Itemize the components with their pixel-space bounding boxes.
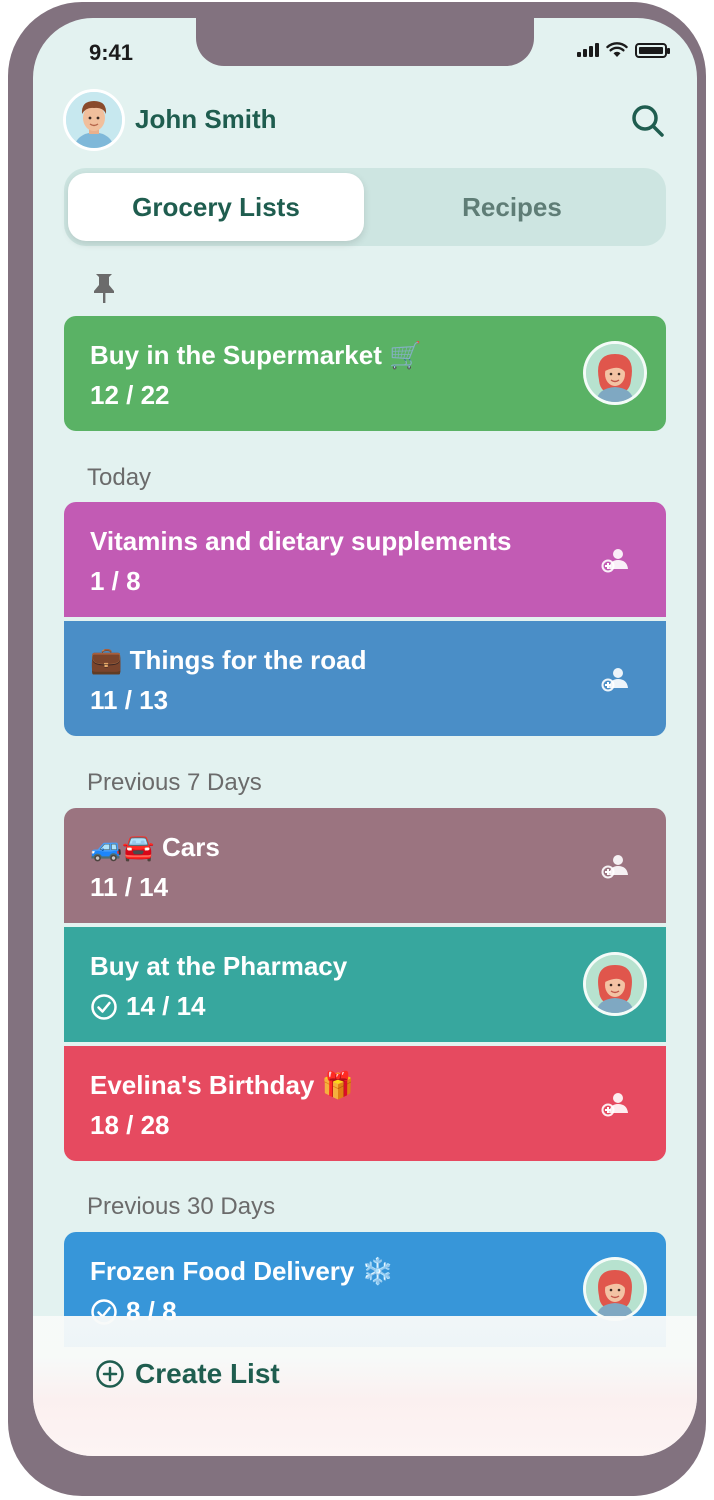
user-avatar-male-icon <box>66 92 122 148</box>
list-count: 18 / 28 <box>90 1110 170 1140</box>
list-title: 🚙🚘 Cars <box>90 832 220 862</box>
list-count: 11 / 13 <box>90 685 169 715</box>
list-progress: 14 / 14 <box>90 991 206 1022</box>
user-name: John Smith <box>135 104 277 134</box>
member-avatar-female-icon <box>586 1260 644 1318</box>
list-title: Evelina's Birthday 🎁 <box>90 1070 354 1100</box>
add-person-icon[interactable] <box>600 664 630 694</box>
list-count: 11 / 14 <box>90 872 169 902</box>
tab-grocery-lists[interactable]: Grocery Lists <box>68 173 364 241</box>
list-card[interactable]: Buy in the Supermarket 🛒 12 / 22 <box>64 316 666 431</box>
battery-icon <box>635 42 670 58</box>
list-count: 12 / 22 <box>90 380 170 410</box>
list-title: Buy at the Pharmacy <box>90 951 348 981</box>
phone-frame: 9:41 John Smith Grocery Lists Recipes Bu… <box>8 2 706 1496</box>
list-progress: 12 / 22 <box>90 380 170 411</box>
member-avatar-female-icon <box>586 344 644 402</box>
status-time: 9:41 <box>89 40 134 65</box>
app-header: John Smith <box>63 88 667 152</box>
check-circle-icon <box>91 993 117 1020</box>
user-avatar[interactable] <box>63 89 125 151</box>
list-card[interactable]: Evelina's Birthday 🎁 18 / 28 <box>64 1046 666 1161</box>
list-card[interactable]: Buy at the Pharmacy 14 / 14 <box>64 927 666 1042</box>
list-card[interactable]: Vitamins and dietary supplements 1 / 8 <box>64 502 666 617</box>
list-type-tabs: Grocery Lists Recipes <box>64 168 666 246</box>
list-progress: 11 / 13 <box>90 685 168 716</box>
create-list-button[interactable]: Create List <box>95 1358 280 1390</box>
list-title: 💼 Things for the road <box>90 645 367 675</box>
status-icons <box>577 42 670 58</box>
section-label-today: Today <box>87 464 152 491</box>
plus-circle-icon <box>96 1360 124 1388</box>
create-list-label: Create List <box>135 1358 280 1389</box>
list-progress: 18 / 28 <box>90 1110 170 1141</box>
list-count: 1 / 8 <box>90 566 141 596</box>
member-avatar[interactable] <box>583 952 647 1016</box>
list-title: Buy in the Supermarket 🛒 <box>90 340 422 370</box>
list-card[interactable]: 💼 Things for the road 11 / 13 <box>64 621 666 736</box>
member-avatar[interactable] <box>583 1257 647 1321</box>
device-notch <box>196 18 534 66</box>
member-avatar[interactable] <box>583 341 647 405</box>
list-card[interactable]: 🚙🚘 Cars 11 / 14 <box>64 808 666 923</box>
add-person-icon[interactable] <box>600 851 630 881</box>
tab-recipes[interactable]: Recipes <box>364 173 660 241</box>
list-progress: 11 / 14 <box>90 872 168 903</box>
wifi-icon <box>606 42 628 57</box>
list-title: Vitamins and dietary supplements <box>90 526 512 556</box>
list-progress: 1 / 8 <box>90 566 141 597</box>
cellular-signal-icon <box>577 43 599 57</box>
app-screen: 9:41 John Smith Grocery Lists Recipes Bu… <box>33 18 697 1456</box>
list-title: Frozen Food Delivery ❄️ <box>90 1256 394 1286</box>
list-count: 14 / 14 <box>126 991 206 1021</box>
member-avatar-female-icon <box>586 955 644 1013</box>
pin-icon <box>94 274 114 303</box>
section-label-previous-30-days: Previous 30 Days <box>87 1193 276 1220</box>
search-icon[interactable] <box>629 102 667 140</box>
add-person-icon[interactable] <box>600 545 630 575</box>
add-person-icon[interactable] <box>600 1089 630 1119</box>
section-label-previous-7-days: Previous 7 Days <box>87 769 262 796</box>
